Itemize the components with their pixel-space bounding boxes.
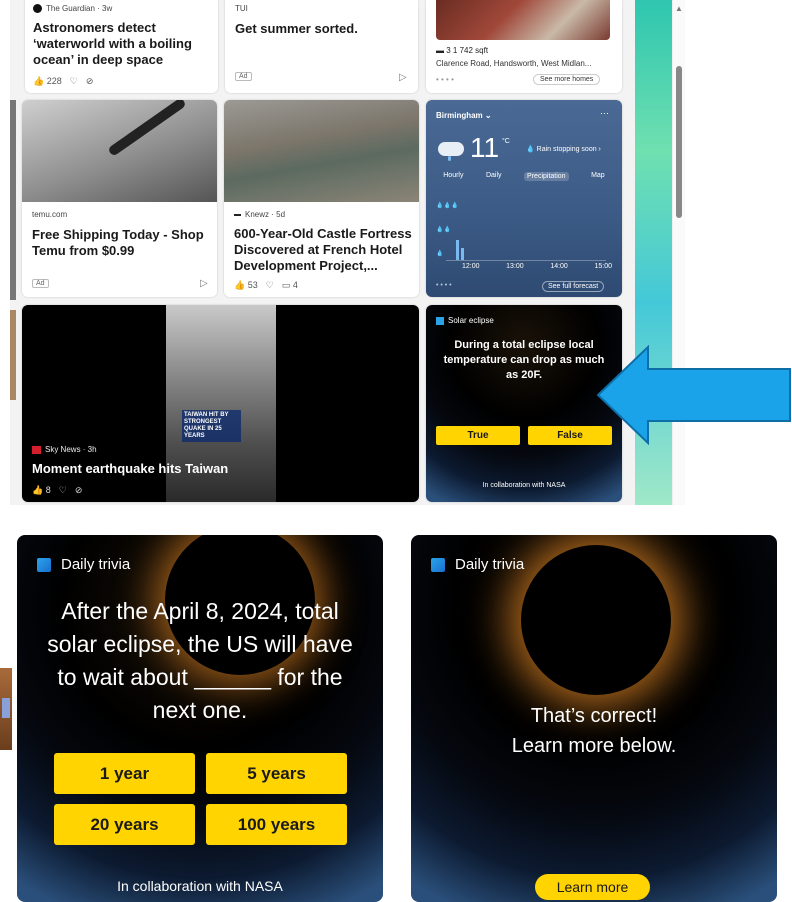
trivia-question: After the April 8, 2024, total solar ecl… xyxy=(47,598,353,723)
trivia-result: That’s correct! Learn more below. xyxy=(511,705,677,757)
like-count: 228 xyxy=(46,76,62,86)
video-card-skynews[interactable]: TAIWAN HIT BY STRONGEST QUAKE IN 25 YEAR… xyxy=(22,305,419,502)
see-more-homes-button[interactable]: See more homes xyxy=(533,74,601,85)
rain-light-icon: 💧 xyxy=(436,251,444,257)
carousel-dots: • • • • xyxy=(436,282,452,289)
tab-precipitation[interactable]: Precipitation xyxy=(524,172,569,181)
castle-excavation-image xyxy=(224,100,419,202)
pointer-arrow-icon xyxy=(596,345,791,445)
eclipse-corona xyxy=(521,545,671,695)
tab-hourly[interactable]: Hourly xyxy=(443,172,463,181)
like-button[interactable]: 👍 53 xyxy=(234,280,258,291)
skynews-logo-icon xyxy=(32,445,41,454)
partial-thumbnail xyxy=(0,668,12,750)
tab-daily[interactable]: Daily xyxy=(486,172,502,181)
answer-1-year-button[interactable]: 1 year xyxy=(54,753,195,794)
ad-card-tui[interactable]: TUI Get summer sorted. Ad ▷ xyxy=(225,0,418,93)
learn-more-button[interactable]: Learn more xyxy=(535,874,650,900)
video-overlay-text: TAIWAN HIT BY STRONGEST QUAKE IN 25 YEAR… xyxy=(182,410,241,442)
weather-tabs: Hourly Daily Precipitation Map xyxy=(432,172,616,181)
card-headline: Free Shipping Today - Shop Temu from $0.… xyxy=(32,227,204,258)
true-button[interactable]: True xyxy=(436,426,520,445)
home-address: Clarence Road, Handsworth, West Midlan..… xyxy=(436,59,592,68)
ad-badge: Ad xyxy=(235,72,252,81)
answer-5-years-button[interactable]: 5 years xyxy=(206,753,347,794)
precip-bar xyxy=(461,248,464,260)
collab-note: In collaboration with NASA xyxy=(117,878,283,894)
eclipse-trivia-card[interactable]: Solar eclipse During a total eclipse loc… xyxy=(426,305,622,502)
rain-heavy-icon: 💧💧💧 xyxy=(436,203,459,209)
ad-card-temu[interactable]: temu.com Free Shipping Today - Shop Temu… xyxy=(22,100,217,297)
trivia-logo-icon xyxy=(37,557,51,572)
precip-bar xyxy=(456,240,459,260)
news-card-castle[interactable]: Knewz · 5d 600-Year-Old Castle Fortress … xyxy=(224,100,419,297)
temperature-unit: °C xyxy=(502,138,510,145)
card-label: Solar eclipse xyxy=(448,316,494,325)
card-source: The Guardian · 3w xyxy=(46,4,113,13)
card-headline: Get summer sorted. xyxy=(235,21,358,36)
daily-trivia-question-card[interactable]: Daily trivia After the April 8, 2024, to… xyxy=(17,535,383,902)
carousel-dots: • • • • xyxy=(436,75,454,84)
trivia-logo-icon xyxy=(436,316,444,325)
hide-icon[interactable]: ⊘ xyxy=(75,485,83,496)
comment-button[interactable]: ▭ 4 xyxy=(282,280,298,291)
weather-card[interactable]: Birmingham ⌄ ⋯ 11 °C 💧 Rain stopping soo… xyxy=(426,100,622,297)
card-label: Daily trivia xyxy=(61,556,131,573)
dislike-icon[interactable]: ♡ xyxy=(59,485,67,496)
news-card-guardian[interactable]: The Guardian · 3w Astronomers detect ‘wa… xyxy=(25,0,218,93)
rain-note[interactable]: 💧 Rain stopping soon › xyxy=(526,145,601,153)
home-listing-card[interactable]: ▬ 3 1 742 sqft Clarence Road, Handsworth… xyxy=(426,0,622,93)
cloud-rain-icon xyxy=(436,138,466,161)
stylus-shape xyxy=(107,100,187,157)
left-edge-sliver-2 xyxy=(10,310,16,400)
left-edge-sliver xyxy=(10,100,16,300)
card-headline: Astronomers detect ‘waterworld with a bo… xyxy=(33,20,192,67)
dislike-icon[interactable]: ♡ xyxy=(70,76,78,87)
home-photo xyxy=(436,0,610,40)
tab-map[interactable]: Map xyxy=(591,172,605,181)
rain-medium-icon: 💧💧 xyxy=(436,227,451,233)
home-specs: ▬ 3 1 742 sqft xyxy=(436,46,489,55)
dislike-icon[interactable]: ♡ xyxy=(266,280,274,291)
trivia-question: During a total eclipse local temperature… xyxy=(443,339,605,381)
hide-icon[interactable]: ⊘ xyxy=(86,76,94,87)
answer-20-years-button[interactable]: 20 years xyxy=(54,804,195,845)
card-source: temu.com xyxy=(32,210,68,219)
temperature: 11 xyxy=(470,132,500,163)
ad-badge: Ad xyxy=(32,279,49,288)
like-button[interactable]: 👍 8 xyxy=(32,485,51,496)
card-source: Sky News · 3h xyxy=(45,445,97,454)
see-full-forecast-button[interactable]: See full forecast xyxy=(542,281,605,292)
like-button[interactable]: 👍 228 xyxy=(33,76,62,87)
card-label: Daily trivia xyxy=(455,556,525,573)
answer-100-years-button[interactable]: 100 years xyxy=(206,804,347,845)
weather-location[interactable]: Birmingham ⌄ xyxy=(436,111,492,120)
card-headline: Moment earthquake hits Taiwan xyxy=(32,461,229,476)
play-icon[interactable]: ▷ xyxy=(399,72,407,83)
bed-icon: ▬ xyxy=(436,46,444,55)
daily-trivia-result-card[interactable]: Daily trivia That’s correct! Learn more … xyxy=(411,535,777,902)
time-axis: 12:00 13:00 14:00 15:00 xyxy=(462,263,612,270)
card-source: Knewz · 5d xyxy=(245,210,286,219)
scrollbar-thumb[interactable] xyxy=(676,66,682,218)
card-headline: 600-Year-Old Castle Fortress Discovered … xyxy=(234,226,412,273)
trivia-logo-icon xyxy=(431,557,445,572)
card-source: TUI xyxy=(235,4,248,13)
feed-screenshot: The Guardian · 3w Astronomers detect ‘wa… xyxy=(10,0,682,505)
collab-note: In collaboration with NASA xyxy=(482,482,566,489)
more-options-icon[interactable]: ⋯ xyxy=(600,108,609,119)
stylus-image xyxy=(22,100,217,202)
scroll-up-arrow-icon[interactable]: ▲ xyxy=(675,4,683,13)
precipitation-chart: 💧💧💧 💧💧 💧 xyxy=(436,200,606,261)
knewz-logo-icon xyxy=(234,213,241,216)
play-icon[interactable]: ▷ xyxy=(200,278,208,289)
guardian-logo-icon xyxy=(33,4,42,13)
